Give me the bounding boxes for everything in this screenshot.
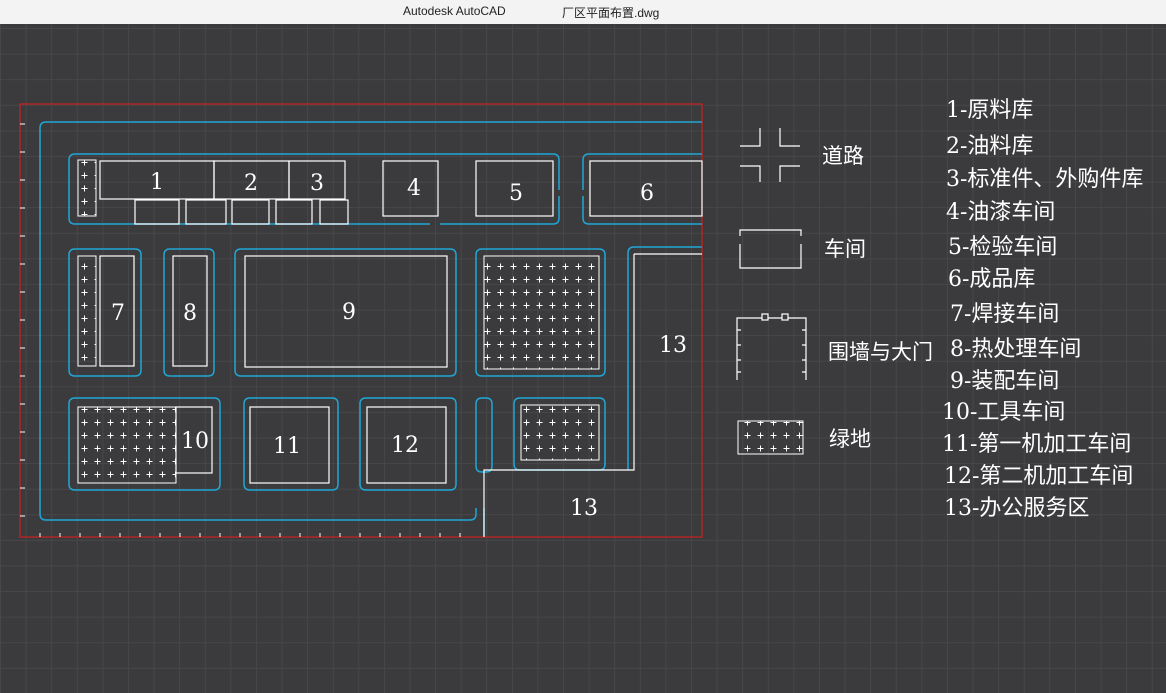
label-8: 8 [183, 301, 197, 326]
label-1: 1 [150, 170, 164, 195]
drawing-canvas[interactable]: 1 2 3 4 5 6 7 8 9 10 11 12 13 13 道路 车间 围… [0, 24, 1166, 693]
legend-workshop-label: 车间 [824, 237, 866, 261]
legend-item: 4-油漆车间 [946, 200, 1055, 225]
label-11: 11 [273, 434, 301, 459]
label-3: 3 [310, 171, 324, 196]
cad-drawing[interactable]: 1 2 3 4 5 6 7 8 9 10 11 12 13 13 道路 车间 围… [0, 24, 1166, 693]
loading-docks [134, 199, 349, 225]
legend-road-symbol [740, 128, 800, 182]
legend-item: 12-第二机加工车间 [944, 464, 1133, 489]
legend-symbol-labels: 道路 车间 围墙与大门 绿地 [822, 144, 933, 451]
label-12: 12 [391, 433, 419, 458]
legend-item: 13-办公服务区 [944, 496, 1089, 521]
label-4: 4 [407, 176, 421, 201]
legend-item: 5-检验车间 [948, 235, 1057, 260]
legend-workshop-symbol [739, 229, 802, 269]
legend-item: 8-热处理车间 [950, 337, 1081, 362]
legend-wall-symbol [736, 313, 807, 380]
legend-wall-label: 围墙与大门 [828, 340, 933, 364]
legend-green-symbol [737, 420, 804, 455]
file-title: 厂区平面布置.dwg [562, 6, 660, 20]
legend-item: 3-标准件、外购件库 [946, 167, 1143, 192]
label-13b: 13 [570, 496, 598, 521]
legend-item: 7-焊接车间 [950, 302, 1059, 327]
label-6: 6 [640, 181, 654, 206]
legend-green-label: 绿地 [829, 427, 871, 451]
building-labels: 1 2 3 4 5 6 7 8 9 10 11 12 13 13 [111, 170, 687, 521]
title-bar: Autodesk AutoCAD 厂区平面布置.dwg [0, 0, 1166, 25]
label-10: 10 [181, 429, 209, 454]
legend-road-label: 道路 [822, 144, 864, 168]
label-7: 7 [111, 301, 125, 326]
buildings[interactable] [99, 160, 703, 537]
legend-list: 1-原料库 2-油料库 3-标准件、外购件库 4-油漆车间 5-检验车间 6-成… [942, 98, 1143, 521]
app-title: Autodesk AutoCAD [403, 4, 506, 18]
legend-item: 10-工具车间 [942, 400, 1065, 425]
legend-item: 2-油料库 [946, 134, 1033, 159]
legend-item: 1-原料库 [946, 98, 1033, 123]
legend-item: 9-装配车间 [950, 369, 1059, 394]
legend-item: 6-成品库 [948, 267, 1035, 292]
label-5: 5 [509, 181, 523, 206]
legend-item: 11-第一机加工车间 [942, 432, 1131, 457]
label-9: 9 [342, 300, 356, 325]
label-13a: 13 [659, 333, 687, 358]
label-2: 2 [244, 171, 258, 196]
